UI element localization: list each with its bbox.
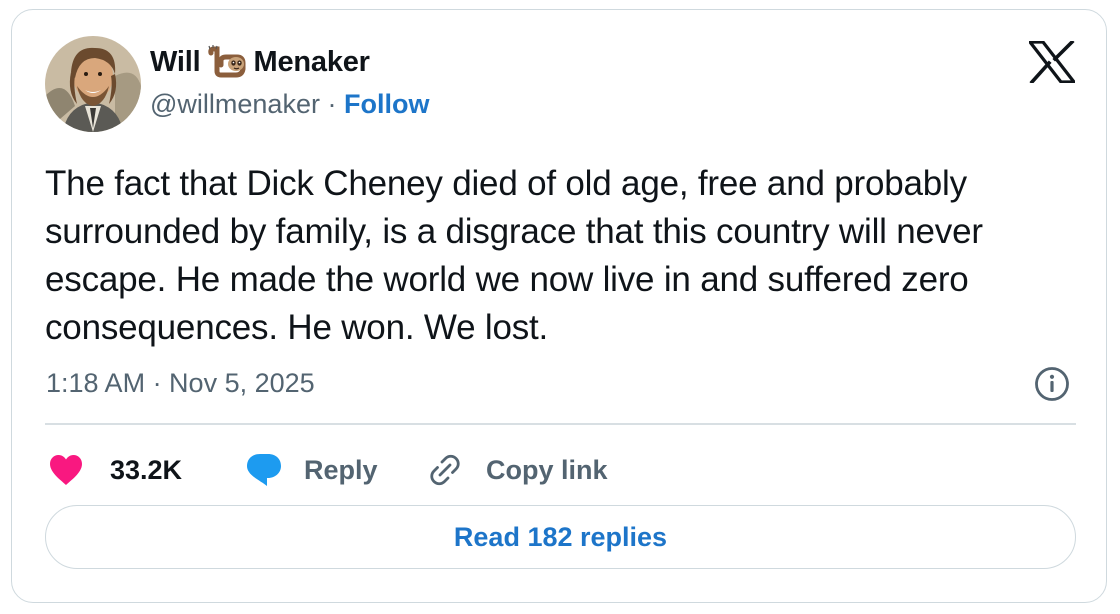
author-display-name[interactable]: Will Menaker — [150, 45, 370, 79]
reply-label: Reply — [304, 454, 378, 485]
reply-button[interactable]: Reply — [246, 450, 378, 490]
info-icon[interactable] — [1034, 366, 1070, 402]
tweet-embed-card: Will Menaker @willmenaker · Follow The f… — [11, 9, 1107, 603]
heart-icon — [49, 454, 83, 486]
author-name-last: Menaker — [253, 45, 370, 78]
tweet-text: The fact that Dick Cheney died of old ag… — [45, 164, 983, 347]
divider — [45, 423, 1076, 425]
author-name-first: Will — [150, 45, 201, 78]
link-icon — [426, 451, 464, 489]
author-handle-row: @willmenaker · Follow — [150, 89, 429, 120]
read-replies-label: Read 182 replies — [453, 521, 668, 552]
read-replies-button[interactable]: Read 182 replies — [45, 505, 1076, 569]
sloth-emoji-icon — [207, 45, 248, 79]
handle-separator: · — [327, 89, 337, 119]
tweet-timestamp[interactable]: 1:18 AM · Nov 5, 2025 — [46, 368, 315, 399]
speech-bubble-icon — [246, 453, 282, 487]
follow-button[interactable]: Follow — [344, 89, 429, 119]
x-logo-icon[interactable] — [1026, 39, 1078, 85]
avatar-portrait-icon — [45, 36, 141, 132]
avatar[interactable] — [45, 36, 141, 132]
author-handle[interactable]: @willmenaker — [150, 89, 320, 119]
like-button[interactable]: 33.2K — [49, 450, 182, 490]
copy-link-label: Copy link — [486, 454, 608, 485]
copy-link-button[interactable]: Copy link — [426, 450, 608, 490]
like-count: 33.2K — [110, 454, 183, 485]
